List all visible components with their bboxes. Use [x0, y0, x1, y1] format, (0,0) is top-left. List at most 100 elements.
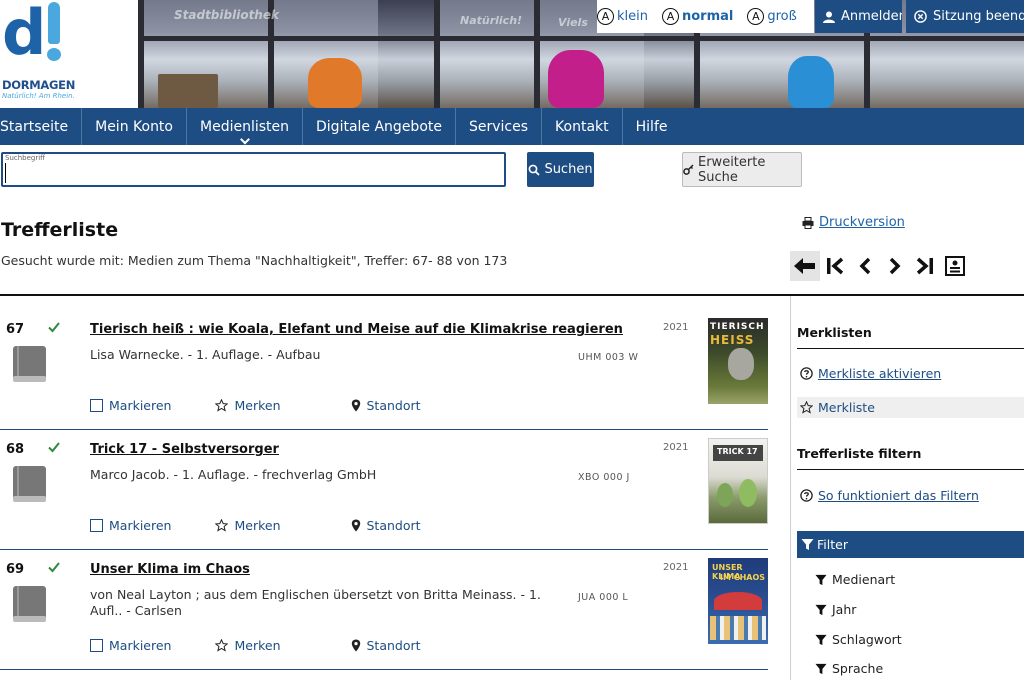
result-signature: JUA 000 L — [578, 592, 629, 603]
logo-tagline: Natürlich! Am Rhein. — [2, 92, 75, 100]
location-label: Standort — [366, 517, 421, 533]
activate-merkliste-label: Merkliste aktivieren — [818, 366, 942, 381]
page-title: Trefferliste — [1, 219, 119, 241]
end-session-label: Sitzung beenden — [933, 9, 1024, 24]
available-check-icon — [48, 562, 60, 573]
result-year: 2021 — [663, 562, 689, 573]
mark-checkbox[interactable]: Markieren — [90, 518, 171, 533]
result-signature: UHM 003 W — [578, 352, 639, 363]
funnel-icon — [815, 663, 827, 675]
result-actions: Markieren Merken Standort — [90, 396, 421, 414]
close-circle-icon — [914, 10, 927, 24]
nav-item-startseite[interactable]: Startseite — [0, 108, 83, 145]
logo-name: DORMAGEN — [2, 78, 76, 92]
result-number: 69 — [6, 562, 25, 577]
result-author: Lisa Warnecke. - 1. Auflage. - Aufbau — [90, 347, 321, 362]
facet-schlagwort[interactable]: Schlagwort — [815, 632, 902, 647]
previous-page-icon[interactable] — [850, 251, 880, 281]
merkliste-item[interactable]: Merkliste — [797, 397, 1024, 418]
end-session-button[interactable]: Sitzung beenden — [906, 0, 1024, 33]
login-button[interactable]: Anmelden — [815, 0, 902, 33]
font-size-normal[interactable]: A normal — [662, 8, 733, 25]
mark-label: Markieren — [109, 517, 172, 533]
advanced-search-label: Erweiterte Suche — [698, 154, 766, 185]
result-title-link[interactable]: Tierisch heiß : wie Koala, Elefant und M… — [90, 322, 623, 337]
location-button[interactable]: Standort — [351, 518, 421, 533]
print-link[interactable]: Druckversion — [802, 215, 905, 230]
nav-item-mein-konto[interactable]: Mein Konto — [82, 108, 187, 145]
remember-button[interactable]: Merken — [215, 397, 281, 413]
nav-label: Kontakt — [555, 118, 609, 135]
font-size-small[interactable]: A klein — [597, 8, 648, 25]
cover-title-line: TIERISCH — [710, 322, 765, 332]
location-button[interactable]: Standort — [351, 398, 421, 413]
font-size-small-label: klein — [617, 9, 648, 24]
remember-label: Merken — [234, 517, 281, 533]
font-size-icon: A — [662, 8, 679, 25]
nav-label: Services — [469, 118, 529, 135]
filter-panel-header[interactable]: Filter — [797, 531, 1024, 558]
merklisten-heading: Merklisten — [797, 325, 872, 340]
search-input[interactable] — [5, 163, 500, 183]
remember-button[interactable]: Merken — [215, 517, 281, 533]
list-view-icon[interactable] — [940, 251, 970, 281]
nav-label: Medienlisten — [200, 118, 290, 135]
facet-sprache[interactable]: Sprache — [815, 661, 883, 676]
result-title-link[interactable]: Unser Klima im Chaos — [90, 562, 250, 577]
font-size-icon: A — [597, 8, 614, 25]
star-icon — [215, 638, 229, 652]
star-icon — [215, 398, 229, 412]
facet-medienart[interactable]: Medienart — [815, 572, 895, 587]
checkbox-icon — [90, 638, 103, 652]
mark-checkbox[interactable]: Markieren — [90, 638, 171, 653]
pagination — [790, 251, 970, 281]
nav-item-services[interactable]: Services — [456, 108, 543, 145]
book-icon — [13, 586, 46, 622]
remember-label: Merken — [234, 397, 281, 413]
cover-title-line: IM CHAOS — [720, 573, 766, 582]
nav-label: Startseite — [0, 118, 69, 135]
result-author: Marco Jacob. - 1. Auflage. - frechverlag… — [90, 467, 377, 482]
remember-button[interactable]: Merken — [215, 638, 281, 653]
result-number: 67 — [6, 322, 25, 337]
nav-item-hilfe[interactable]: Hilfe — [623, 108, 681, 145]
result-cover-image[interactable]: UNSER KLIMA IM CHAOS — [708, 558, 768, 644]
search-button-label: Suchen — [544, 162, 593, 177]
mark-checkbox[interactable]: Markieren — [90, 398, 171, 413]
location-label: Standort — [366, 637, 421, 653]
star-icon — [800, 401, 813, 414]
funnel-icon — [815, 634, 827, 646]
activate-merkliste-link[interactable]: Merkliste aktivieren — [800, 366, 941, 381]
print-label: Druckversion — [819, 215, 905, 230]
nav-label: Digitale Angebote — [316, 118, 442, 135]
result-cover-image[interactable]: TIERISCH HEISS — [708, 318, 768, 404]
map-pin-icon — [351, 519, 361, 532]
result-signature: XBO 000 J — [578, 472, 630, 483]
advanced-search-button[interactable]: Erweiterte Suche — [682, 152, 802, 187]
photo-sign-viels: Viels — [558, 16, 588, 29]
nav-item-kontakt[interactable]: Kontakt — [542, 108, 623, 145]
first-page-icon[interactable] — [820, 251, 850, 281]
back-arrow-icon[interactable] — [790, 251, 820, 281]
help-circle-icon — [800, 367, 813, 380]
location-button[interactable]: Standort — [351, 638, 421, 653]
merkliste-label: Merkliste — [818, 400, 875, 415]
book-icon — [13, 346, 46, 382]
mark-label: Markieren — [109, 397, 172, 413]
available-check-icon — [48, 442, 60, 453]
font-size-large[interactable]: A groß — [747, 8, 797, 25]
facet-jahr[interactable]: Jahr — [815, 602, 856, 617]
last-page-icon[interactable] — [910, 251, 940, 281]
nav-item-digitale-angebote[interactable]: Digitale Angebote — [303, 108, 456, 145]
result-title-link[interactable]: Trick 17 - Selbstversorger — [90, 442, 279, 457]
dormagen-logo[interactable]: d DORMAGEN Natürlich! Am Rhein. — [0, 0, 138, 108]
nav-item-medienlisten[interactable]: Medienlisten — [187, 108, 304, 145]
filter-rule — [797, 469, 1024, 470]
search-button[interactable]: Suchen — [527, 152, 594, 187]
photo-sign-stadtbibliothek: Stadtbibliothek — [174, 8, 279, 22]
next-page-icon[interactable] — [880, 251, 910, 281]
result-item: 68 Trick 17 - Selbstversorger Marco Jaco… — [0, 430, 768, 550]
result-cover-image[interactable]: TRICK 17 — [708, 438, 768, 524]
filter-help-link[interactable]: So funktioniert das Filtern — [800, 488, 979, 503]
result-actions: Markieren Merken Standort — [90, 636, 421, 654]
